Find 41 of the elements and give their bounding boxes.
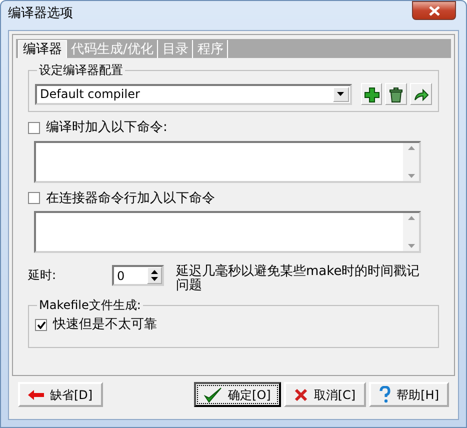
ok-button[interactable]: 确定[O] bbox=[194, 382, 281, 407]
checkbox[interactable] bbox=[28, 122, 40, 134]
checkbox-label: 编译时加入以下命令: bbox=[46, 119, 168, 137]
scroll-up-icon[interactable] bbox=[408, 216, 414, 220]
arrow-left-icon bbox=[28, 390, 44, 400]
checkbox[interactable] bbox=[28, 192, 40, 204]
delete-button[interactable] bbox=[385, 83, 408, 105]
up-arrow-icon[interactable] bbox=[151, 270, 158, 274]
scroll-down-icon[interactable] bbox=[408, 174, 414, 178]
close-icon bbox=[428, 6, 440, 16]
scroll-up-icon[interactable] bbox=[408, 146, 414, 150]
scrollbar[interactable] bbox=[403, 213, 419, 251]
tab[interactable]: 编译器 bbox=[18, 40, 67, 58]
command-textarea[interactable] bbox=[34, 140, 421, 182]
command-textarea[interactable] bbox=[34, 211, 421, 253]
close-button[interactable] bbox=[412, 1, 456, 20]
default-button[interactable]: 缺省[D] bbox=[18, 382, 103, 407]
trash-icon bbox=[388, 86, 404, 103]
caret-icon bbox=[337, 92, 344, 96]
curved-arrow-icon bbox=[413, 86, 430, 103]
scrollbar[interactable] bbox=[403, 142, 419, 180]
checkbox-label: 快速但是不太可靠 bbox=[53, 316, 157, 334]
help-button[interactable]: 帮助[H] bbox=[368, 382, 449, 407]
checkbox-label: 在连接器命令行加入以下命令 bbox=[46, 190, 215, 208]
question-icon bbox=[378, 386, 391, 403]
rename-button[interactable] bbox=[410, 83, 432, 105]
add-button[interactable] bbox=[360, 83, 382, 105]
window-title: 编译器选项 bbox=[8, 5, 73, 23]
compiler-dropdown[interactable]: Default compiler bbox=[35, 84, 352, 104]
down-arrow-icon[interactable] bbox=[151, 277, 158, 282]
cancel-button[interactable]: 取消[C] bbox=[284, 382, 366, 407]
delay-hint: 延迟几毫秒以避免某些make时的时间戳记问题 bbox=[176, 265, 421, 293]
delay-spinner[interactable]: 0 bbox=[112, 265, 164, 286]
check-icon bbox=[204, 386, 222, 402]
plus-icon bbox=[364, 86, 380, 103]
cross-icon bbox=[294, 388, 308, 402]
checkbox[interactable] bbox=[35, 318, 47, 331]
group-title: Makefile文件生成: bbox=[37, 297, 143, 313]
scroll-down-icon[interactable] bbox=[408, 244, 414, 248]
delay-label: 延时: bbox=[28, 267, 58, 284]
group-title: 设定编译器配置 bbox=[37, 62, 125, 78]
